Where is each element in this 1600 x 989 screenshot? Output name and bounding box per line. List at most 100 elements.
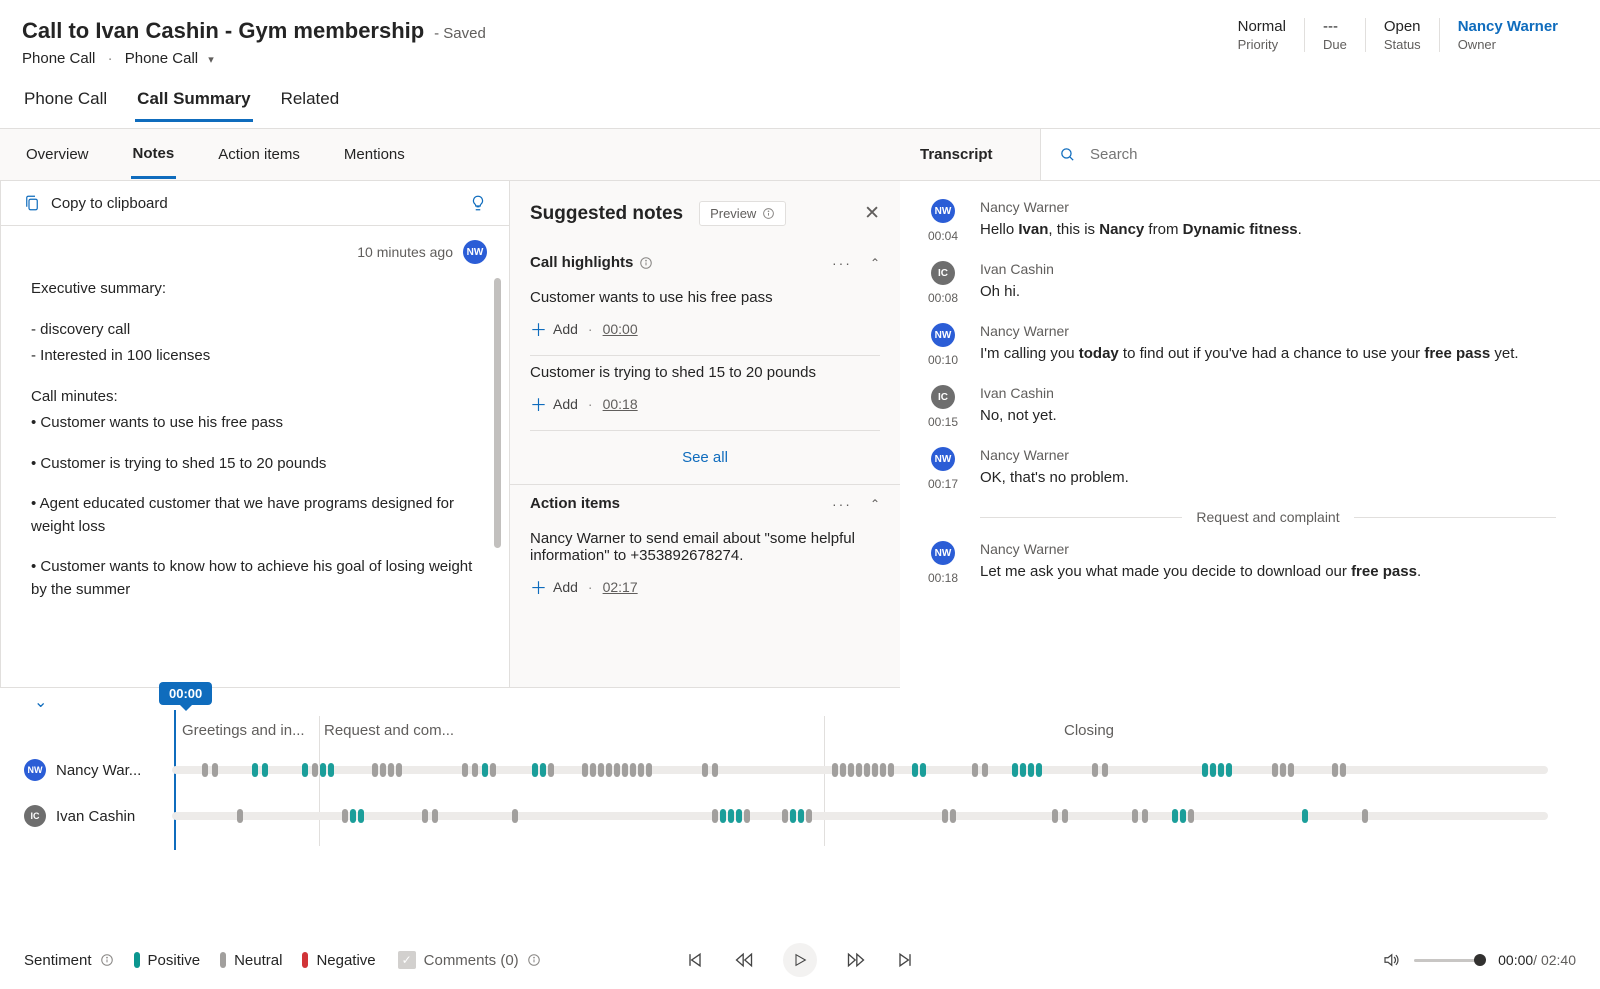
timestamp-link[interactable]: 00:00: [603, 321, 638, 337]
speech-chip: [1092, 763, 1098, 777]
close-icon[interactable]: ✕: [864, 202, 880, 225]
chevron-down-icon[interactable]: ▾: [208, 54, 214, 66]
speech-chip: [638, 763, 644, 777]
info-icon[interactable]: [100, 953, 114, 967]
form-selector[interactable]: Phone Call: [125, 50, 198, 67]
chevron-up-icon[interactable]: ⌃: [870, 256, 880, 270]
more-icon[interactable]: ···: [832, 496, 852, 512]
preview-badge: Preview: [699, 201, 786, 226]
speech-chip: [1180, 809, 1186, 823]
speech-chip: [736, 809, 742, 823]
tab-phone-call[interactable]: Phone Call: [22, 89, 109, 122]
speech-chip: [582, 763, 588, 777]
subtab-action-items[interactable]: Action items: [216, 132, 302, 177]
subtab-overview[interactable]: Overview: [24, 132, 91, 177]
speech-track[interactable]: [172, 812, 1548, 820]
plus-icon: ＋: [530, 391, 547, 416]
volume-slider[interactable]: [1414, 959, 1484, 962]
speech-chip: [806, 809, 812, 823]
speaker-name: Ivan Cashin: [980, 385, 1586, 401]
secondary-tabs: Overview Notes Action items Mentions: [0, 129, 900, 181]
speech-chip: [888, 763, 894, 777]
speech-chip: [622, 763, 628, 777]
transcript-message[interactable]: NW00:18Nancy WarnerLet me ask you what m…: [922, 541, 1586, 585]
speech-chip: [598, 763, 604, 777]
segment-label: Greetings and in...: [182, 722, 312, 739]
transcript-search[interactable]: [1040, 129, 1600, 180]
speech-track[interactable]: [172, 766, 1548, 774]
speech-chip: [312, 763, 318, 777]
priority-value[interactable]: Normal: [1238, 18, 1286, 35]
speech-chip: [1202, 763, 1208, 777]
timeline-row: NWNancy War...: [24, 758, 1548, 782]
skip-end-button[interactable]: [895, 950, 915, 970]
speech-chip: [1052, 809, 1058, 823]
speaker-name: Nancy Warner: [980, 323, 1586, 339]
info-icon: [527, 953, 541, 967]
speech-chip: [1302, 809, 1308, 823]
checkbox-icon: ✓: [398, 951, 416, 969]
rewind-button[interactable]: [733, 950, 755, 970]
speech-chip: [302, 763, 308, 777]
timestamp-link[interactable]: 02:17: [603, 579, 638, 595]
record-title: Call to Ivan Cashin - Gym membership: [22, 18, 424, 43]
status-value[interactable]: Open: [1384, 18, 1421, 35]
search-input[interactable]: [1088, 145, 1582, 164]
transcript-message[interactable]: NW00:17Nancy WarnerOK, that's no problem…: [922, 447, 1586, 491]
avatar: IC: [931, 385, 955, 409]
plus-icon: ＋: [530, 574, 547, 599]
note-body[interactable]: Executive summary: - discovery call - In…: [1, 268, 509, 687]
speech-chip: [712, 809, 718, 823]
transcript-message[interactable]: IC00:08Ivan CashinOh hi.: [922, 261, 1586, 305]
avatar: NW: [24, 759, 46, 781]
timestamp-link[interactable]: 00:18: [603, 396, 638, 412]
msg-timestamp: 00:17: [928, 477, 958, 491]
add-highlight-button[interactable]: ＋Add: [530, 391, 578, 416]
transcript-message[interactable]: NW00:10Nancy WarnerI'm calling you today…: [922, 323, 1586, 367]
comments-toggle[interactable]: ✓ Comments (0): [398, 951, 541, 969]
subtab-notes[interactable]: Notes: [131, 131, 177, 179]
speech-chip: [358, 809, 364, 823]
more-icon[interactable]: ···: [832, 255, 852, 271]
transcript-label: Transcript: [900, 146, 1040, 163]
lightbulb-icon[interactable]: [469, 193, 487, 213]
tab-related[interactable]: Related: [279, 89, 342, 122]
speech-chip: [237, 809, 243, 823]
add-action-button[interactable]: ＋Add: [530, 574, 578, 599]
speech-chip: [1012, 763, 1018, 777]
speech-chip: [782, 809, 788, 823]
speech-chip: [880, 763, 886, 777]
collapse-timeline-button[interactable]: ⌄: [34, 692, 47, 712]
speech-chip: [848, 763, 854, 777]
copy-to-clipboard-button[interactable]: Copy to clipboard: [23, 194, 168, 212]
speech-chip: [252, 763, 258, 777]
msg-timestamp: 00:15: [928, 415, 958, 429]
chevron-up-icon[interactable]: ⌃: [870, 497, 880, 511]
speech-chip: [744, 809, 750, 823]
avatar: NW: [931, 323, 955, 347]
speech-chip: [614, 763, 620, 777]
info-icon[interactable]: [639, 256, 653, 270]
speaker-name: Ivan Cashin: [980, 261, 1586, 277]
add-highlight-button[interactable]: ＋Add: [530, 316, 578, 341]
transcript-message[interactable]: IC00:15Ivan CashinNo, not yet.: [922, 385, 1586, 429]
playhead-marker[interactable]: 00:00: [159, 682, 212, 705]
scrollbar[interactable]: [494, 278, 501, 548]
tab-call-summary[interactable]: Call Summary: [135, 89, 252, 122]
subtab-mentions[interactable]: Mentions: [342, 132, 407, 177]
playback-controls: [685, 943, 915, 977]
owner-value[interactable]: Nancy Warner: [1458, 18, 1558, 35]
forward-button[interactable]: [845, 950, 867, 970]
due-value[interactable]: ---: [1323, 18, 1347, 35]
skip-start-button[interactable]: [685, 950, 705, 970]
transcript-message[interactable]: NW00:04Nancy WarnerHello Ivan, this is N…: [922, 199, 1586, 243]
avatar: NW: [931, 541, 955, 565]
volume-icon[interactable]: [1382, 951, 1400, 969]
msg-timestamp: 00:04: [928, 229, 958, 243]
msg-text: Hello Ivan, this is Nancy from Dynamic f…: [980, 219, 1586, 241]
action-items-title: Action items: [530, 495, 620, 512]
speech-chip: [532, 763, 538, 777]
entity-name[interactable]: Phone Call: [22, 50, 95, 67]
play-button[interactable]: [783, 943, 817, 977]
see-all-button[interactable]: See all: [510, 431, 900, 485]
